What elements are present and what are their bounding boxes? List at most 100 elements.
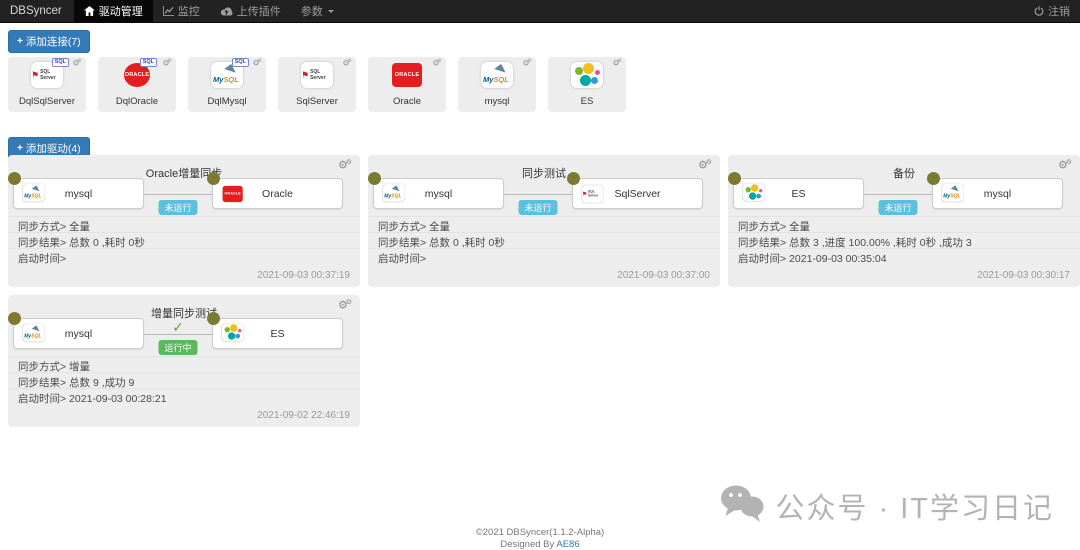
watermark-text: 公众号 · IT学习日记 — [775, 485, 1054, 527]
connection-card-ES[interactable]: ⚙⚙ ES — [548, 57, 626, 112]
status-badge: 未运行 — [158, 200, 197, 215]
nav-item-0[interactable]: 驱动管理 — [74, 0, 153, 22]
source-node[interactable]: MySQLmysql — [13, 178, 144, 209]
nav-item-3[interactable]: 参数 — [291, 0, 345, 22]
meta-row-2: 启动时间> 2021-09-03 00:35:04 — [728, 248, 1080, 264]
connection-name: SqlServer — [278, 96, 356, 107]
connection-name: mysql — [458, 96, 536, 107]
driver-card-1[interactable]: ⚙⚙同步测试MySQLmysql⚑SQL ServerSqlServer未运行同… — [368, 155, 720, 287]
chart-icon — [163, 6, 174, 16]
meta-row-1: 同步结果> 总数 3 ,进度 100.00% ,耗时 0秒 ,成功 3 — [728, 232, 1080, 248]
nav-item-label: 驱动管理 — [99, 3, 143, 19]
mysql-logo: MySQLSQL — [211, 62, 243, 88]
sqlserver-logo: ⚑SQL ServerSQL — [31, 62, 63, 88]
nav-item-1[interactable]: 监控 — [153, 0, 210, 22]
plus-icon: + — [17, 36, 23, 47]
settings-gears-icon[interactable]: ⚙⚙ — [342, 58, 352, 68]
home-icon — [84, 6, 95, 16]
copyright-text: ©2021 DBSyncer(1.1.2-Alpha) — [0, 527, 1080, 539]
nav-right: 注销 — [1024, 0, 1080, 22]
connector-line — [144, 194, 212, 195]
status-badge: 未运行 — [878, 200, 917, 215]
target-name: ES — [213, 319, 342, 348]
navbar: DBSyncer 驱动管理 监控 上传插件 参数 注销 — [0, 0, 1080, 23]
update-timestamp: 2021-09-03 00:37:00 — [617, 270, 710, 281]
target-node[interactable]: ⚑SQL ServerSqlServer — [572, 178, 703, 209]
connector-line — [504, 194, 572, 195]
source-name: mysql — [374, 179, 503, 208]
add-connection-button[interactable]: + 添加连接(7) — [8, 30, 90, 53]
sql-dialect-badge: SQL — [140, 58, 157, 67]
footer: ©2021 DBSyncer(1.1.2-Alpha) Designed By … — [0, 527, 1080, 550]
nav-item-2[interactable]: 上传插件 — [210, 0, 291, 22]
connection-name: DqlSqlServer — [8, 96, 86, 107]
add-driver-label: 添加驱动(4) — [26, 141, 81, 156]
settings-gears-icon[interactable]: ⚙⚙ — [162, 58, 172, 68]
source-node[interactable]: MySQLmysql — [373, 178, 504, 209]
watermark: 公众号 · IT学习日记 — [719, 483, 1054, 528]
meta-row-2: 启动时间> 2021-09-03 00:28:21 — [8, 388, 360, 404]
connection-card-DqlMysql[interactable]: ⚙⚙ MySQLSQL DqlMysql — [188, 57, 266, 112]
oracle-logo: ORACLESQL — [123, 62, 151, 88]
driver-card-3[interactable]: ⚙⚙增量同步测试MySQLmysqlES✓运行中同步方式> 增量同步结果> 总数… — [8, 295, 360, 427]
source-node[interactable]: MySQLmysql — [13, 318, 144, 349]
oracle-logo: ORACLE — [391, 62, 423, 88]
power-icon — [1034, 6, 1044, 16]
target-name: mysql — [933, 179, 1062, 208]
settings-gears-icon[interactable]: ⚙⚙ — [522, 58, 532, 68]
connection-name: Oracle — [368, 96, 446, 107]
settings-gears-icon[interactable]: ⚙⚙ — [432, 58, 442, 68]
driver-card-0[interactable]: ⚙⚙Oracle增量同步MySQLmysqlORACLEOracle未运行同步方… — [8, 155, 360, 287]
sql-dialect-badge: SQL — [232, 58, 249, 67]
update-timestamp: 2021-09-02 22:46:19 — [257, 410, 350, 421]
logout-label: 注销 — [1048, 3, 1070, 19]
driver-card-2[interactable]: ⚙⚙备份ESMySQLmysql未运行同步方式> 全量同步结果> 总数 3 ,进… — [728, 155, 1080, 287]
designed-by-line: Designed By AE86 — [0, 539, 1080, 550]
nav-item-label: 上传插件 — [237, 3, 281, 19]
settings-gears-icon[interactable]: ⚙⚙ — [612, 58, 622, 68]
source-node[interactable]: ES — [733, 178, 864, 209]
author-link[interactable]: AE86 — [556, 539, 579, 550]
meta-row-0: 同步方式> 全量 — [8, 216, 360, 232]
wechat-icon — [719, 483, 765, 528]
status-badge: 未运行 — [518, 200, 557, 215]
meta-row-1: 同步结果> 总数 0 ,耗时 0秒 — [368, 232, 720, 248]
meta-row-2: 启动时间> — [8, 248, 360, 264]
nav-item-label: 参数 — [301, 3, 323, 19]
connection-card-SqlServer[interactable]: ⚙⚙ ⚑SQL Server SqlServer — [278, 57, 356, 112]
meta-row-0: 同步方式> 全量 — [728, 216, 1080, 232]
connection-name: DqlMysql — [188, 96, 266, 107]
source-name: ES — [734, 179, 863, 208]
target-name: Oracle — [213, 179, 342, 208]
connection-card-mysql[interactable]: ⚙⚙MySQLmysql — [458, 57, 536, 112]
meta-row-0: 同步方式> 增量 — [8, 356, 360, 372]
meta-row-1: 同步结果> 总数 0 ,耗时 0秒 — [8, 232, 360, 248]
dbsyncer-app: DBSyncer 驱动管理 监控 上传插件 参数 注销 + 添加连接(7) ⚙⚙ ⚑SQ… — [0, 0, 1080, 550]
nav-items: 驱动管理 监控 上传插件 参数 — [74, 0, 345, 22]
caret-down-icon — [327, 7, 335, 15]
sql-dialect-badge: SQL — [52, 58, 69, 67]
logout-button[interactable]: 注销 — [1024, 0, 1080, 22]
es-logo — [571, 62, 603, 88]
plus-icon: + — [17, 143, 23, 154]
status-badge: 运行中 — [158, 340, 197, 355]
target-node[interactable]: MySQLmysql — [932, 178, 1063, 209]
upload-icon — [220, 6, 233, 16]
settings-gears-icon[interactable]: ⚙⚙ — [72, 58, 82, 68]
brand-link[interactable]: DBSyncer — [0, 0, 74, 22]
update-timestamp: 2021-09-03 00:30:17 — [977, 270, 1070, 281]
settings-gears-icon[interactable]: ⚙⚙ — [252, 58, 262, 68]
target-name: SqlServer — [573, 179, 702, 208]
target-node[interactable]: ES — [212, 318, 343, 349]
connection-card-DqlOracle[interactable]: ⚙⚙ ORACLESQL DqlOracle — [98, 57, 176, 112]
connection-name: ES — [548, 96, 626, 107]
sqlserver-logo: ⚑SQL Server — [301, 62, 333, 88]
connection-card-Oracle[interactable]: ⚙⚙ ORACLE Oracle — [368, 57, 446, 112]
add-connection-label: 添加连接(7) — [26, 34, 81, 49]
source-name: mysql — [14, 319, 143, 348]
connection-name: DqlOracle — [98, 96, 176, 107]
nav-item-label: 监控 — [178, 3, 200, 19]
connection-card-DqlSqlServer[interactable]: ⚙⚙ ⚑SQL ServerSQL DqlSqlServer — [8, 57, 86, 112]
meta-row-2: 启动时间> — [368, 248, 720, 264]
target-node[interactable]: ORACLEOracle — [212, 178, 343, 209]
